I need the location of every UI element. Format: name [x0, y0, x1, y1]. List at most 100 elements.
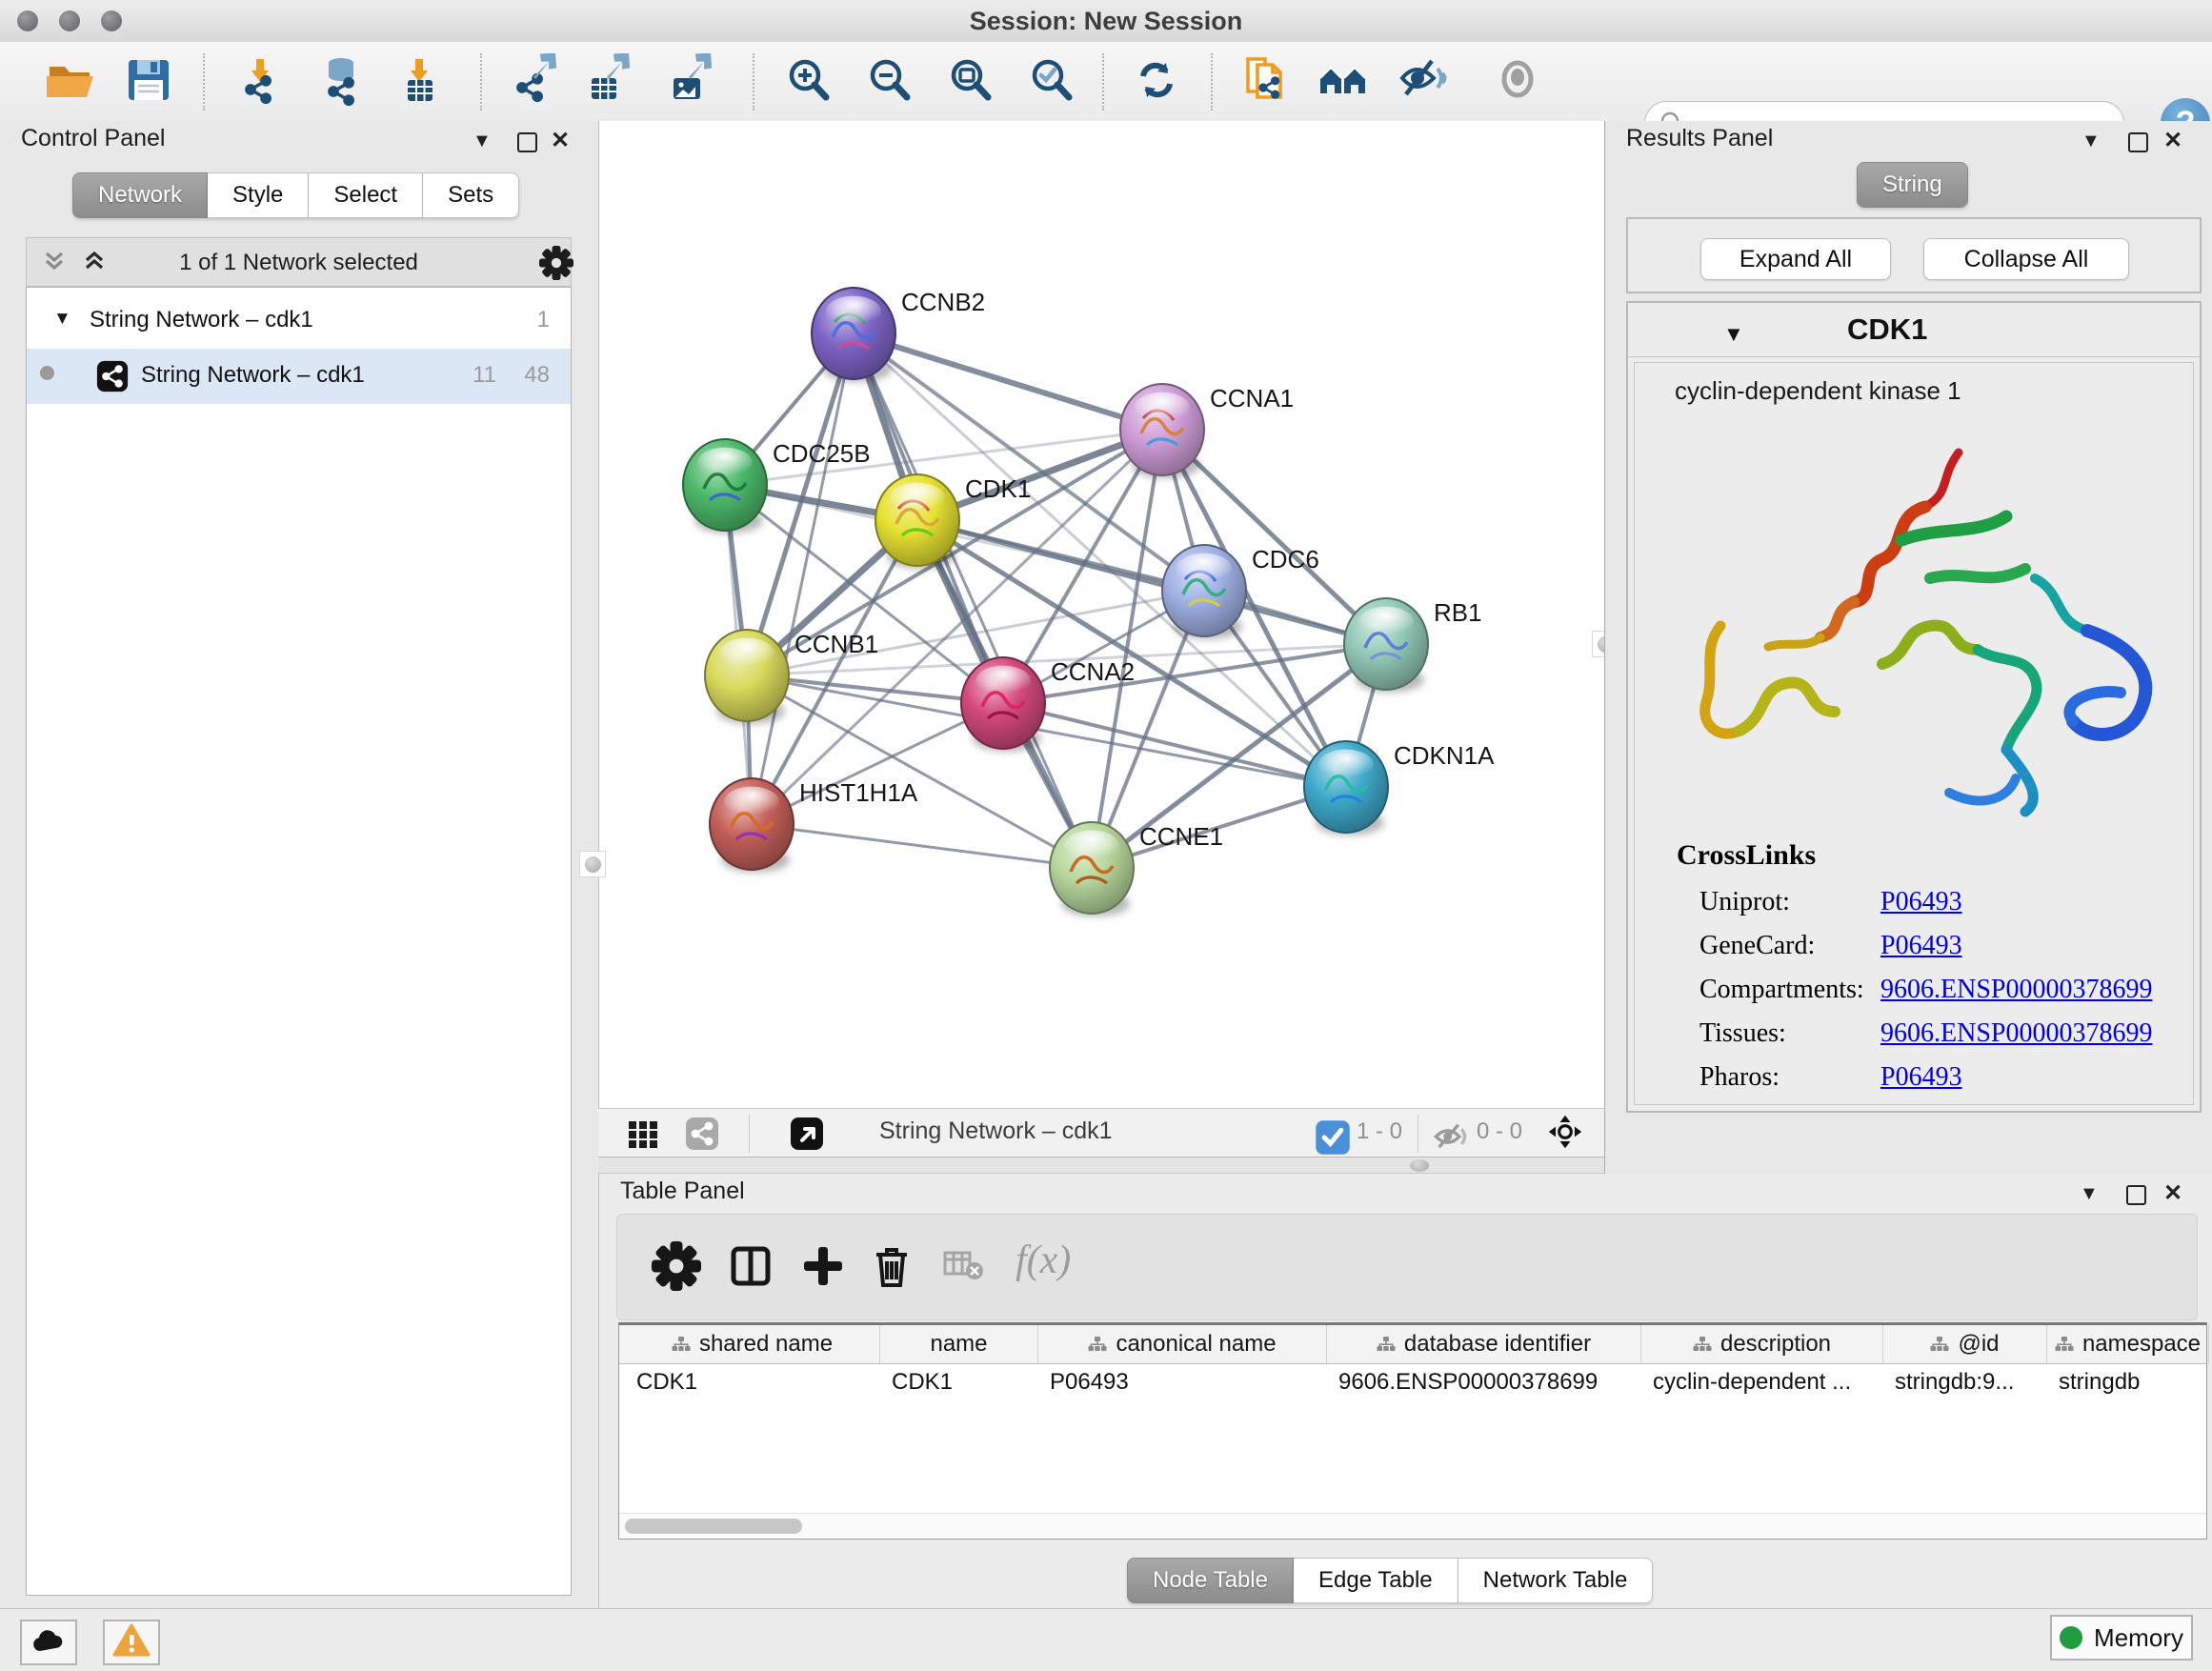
table-cell[interactable]: CDK1 — [625, 1364, 880, 1400]
expand-all-button[interactable]: Expand All — [1700, 238, 1891, 280]
network-node-cdc25b[interactable] — [683, 439, 767, 534]
panel-menu-icon[interactable]: ▼ — [473, 131, 492, 152]
column-header-description[interactable]: description — [1641, 1325, 1883, 1363]
network-node-ccnb1[interactable] — [705, 630, 789, 724]
edge-cdk1-rb1[interactable] — [917, 520, 1386, 644]
tree-row-collection[interactable]: ▼ String Network – cdk1 1 — [27, 293, 571, 349]
zoom-in-button[interactable] — [782, 55, 835, 109]
nested-network-button[interactable] — [1317, 55, 1371, 109]
table-panel-title: Table Panel — [620, 1178, 745, 1205]
open-session-button[interactable] — [44, 55, 97, 109]
gear-icon[interactable] — [539, 246, 573, 285]
collapse-icon[interactable]: ▼ — [53, 309, 71, 330]
network-status-dot-icon — [40, 366, 54, 380]
tab-select[interactable]: Select — [309, 172, 423, 218]
scrollbar-thumb[interactable] — [625, 1519, 802, 1534]
node-description: cyclin-dependent kinase 1 — [1675, 376, 1961, 406]
crosslink-link[interactable]: P06493 — [1880, 887, 1962, 917]
network-node-hist1h1a[interactable] — [710, 778, 794, 873]
add-column-icon[interactable] — [798, 1241, 848, 1291]
tab-sets[interactable]: Sets — [423, 172, 519, 218]
collapse-all-button[interactable]: Collapse All — [1923, 238, 2129, 280]
export-table-button[interactable] — [586, 55, 639, 109]
node-entry-header[interactable]: ▼ CDK1 — [1628, 303, 2200, 357]
open-in-new-window-icon[interactable] — [789, 1116, 825, 1152]
column-header-id[interactable]: @id — [1883, 1325, 2047, 1363]
float-panel-icon[interactable] — [2126, 1185, 2146, 1205]
column-header-sharedname[interactable]: shared name — [625, 1325, 880, 1363]
network-node-ccne1[interactable] — [1050, 822, 1134, 916]
tab-node-table[interactable]: Node Table — [1127, 1558, 1294, 1603]
hidden-eye-slash-icon[interactable] — [1433, 1118, 1465, 1147]
export-image-button[interactable] — [668, 55, 721, 109]
close-panel-icon[interactable]: ✕ — [2163, 127, 2182, 154]
warnings-button[interactable] — [103, 1620, 160, 1665]
table-cell[interactable]: stringdb:9... — [1883, 1364, 2047, 1400]
birdseye-crosshair-icon[interactable] — [1547, 1114, 1587, 1154]
table-cell[interactable]: P06493 — [1038, 1364, 1327, 1400]
zoom-fit-button[interactable] — [944, 55, 997, 109]
network-node-rb1[interactable] — [1344, 598, 1428, 693]
clone-network-button[interactable] — [1238, 55, 1292, 109]
tab-edge-table[interactable]: Edge Table — [1294, 1558, 1458, 1603]
delete-column-trash-icon[interactable] — [867, 1241, 916, 1291]
import-table-button[interactable] — [394, 55, 448, 109]
tab-network[interactable]: Network — [72, 172, 208, 218]
crosslink-link[interactable]: 9606.ENSP00000378699 — [1880, 975, 2152, 1005]
panel-menu-icon[interactable]: ▼ — [2081, 131, 2101, 152]
tree-row-network[interactable]: String Network – cdk1 11 48 — [27, 349, 571, 404]
selected-checkbox-icon[interactable] — [1315, 1119, 1343, 1148]
network-node-ccnb2[interactable] — [812, 288, 895, 382]
node-label-ccna1: CCNA1 — [1210, 384, 1294, 413]
zoom-out-button[interactable] — [863, 55, 916, 109]
show-columns-icon[interactable] — [726, 1241, 775, 1291]
table-cell[interactable]: stringdb — [2047, 1364, 2209, 1400]
export-table-icon — [586, 53, 639, 111]
show-all-button[interactable] — [1491, 55, 1544, 109]
memory-button[interactable]: Memory — [2050, 1615, 2193, 1661]
import-database-button[interactable] — [316, 55, 370, 109]
table-horizontal-scrollbar[interactable] — [619, 1513, 2206, 1539]
table-settings-gear-icon[interactable] — [652, 1241, 701, 1291]
column-header-namespace[interactable]: namespace — [2047, 1325, 2209, 1363]
node-label-hist1h1a: HIST1H1A — [799, 778, 918, 807]
crosslink-link[interactable]: P06493 — [1880, 1062, 1962, 1093]
network-node-cdk1[interactable] — [875, 474, 959, 569]
edge-ccna1-hist1h1a[interactable] — [752, 430, 1162, 824]
close-panel-icon[interactable]: ✕ — [551, 127, 570, 154]
edge-ccnb2-ccna1[interactable] — [854, 333, 1162, 430]
refresh-layout-button[interactable] — [1130, 55, 1183, 109]
save-session-button[interactable] — [122, 55, 175, 109]
network-node-cdc6[interactable] — [1162, 545, 1246, 639]
float-panel-icon[interactable] — [2128, 132, 2148, 152]
network-canvas[interactable]: CCNB2CCNA1CDC25BCDK1CDC6RB1CCNB1CCNA2CDK… — [598, 121, 1604, 1108]
network-node-ccna1[interactable] — [1120, 384, 1204, 478]
import-network-button[interactable] — [235, 55, 289, 109]
export-network-button[interactable] — [513, 55, 566, 109]
zoom-selected-button[interactable] — [1025, 55, 1078, 109]
close-panel-icon[interactable]: ✕ — [2163, 1179, 2182, 1207]
tab-network-table[interactable]: Network Table — [1458, 1558, 1654, 1603]
automation-cloud-button[interactable] — [20, 1620, 77, 1665]
tab-string[interactable]: String — [1857, 162, 1968, 208]
network-node-cdkn1a[interactable] — [1304, 741, 1388, 836]
hide-selected-button[interactable] — [1398, 55, 1451, 109]
panel-menu-icon[interactable]: ▼ — [2080, 1183, 2099, 1205]
table-cell[interactable]: CDK1 — [880, 1364, 1038, 1400]
float-panel-icon[interactable] — [517, 132, 537, 152]
table-cell[interactable]: 9606.ENSP00000378699 — [1327, 1364, 1641, 1400]
crosslink-link[interactable]: P06493 — [1880, 931, 1962, 961]
edge-hist1h1a-ccne1[interactable] — [752, 824, 1092, 868]
column-header-canonicalname[interactable]: canonical name — [1038, 1325, 1327, 1363]
network-share-icon[interactable] — [684, 1116, 720, 1152]
network-node-ccna2[interactable] — [961, 657, 1045, 752]
crosslink-link[interactable]: 9606.ENSP00000378699 — [1880, 1018, 2152, 1049]
edge-ccnb2-hist1h1a[interactable] — [752, 333, 854, 824]
column-header-databaseidentifier[interactable]: database identifier — [1327, 1325, 1641, 1363]
grid-view-icon[interactable] — [625, 1116, 661, 1152]
column-header-name[interactable]: name — [880, 1325, 1038, 1363]
table-cell[interactable]: cyclin-dependent ... — [1641, 1364, 1883, 1400]
tab-style[interactable]: Style — [208, 172, 309, 218]
crosslink-label: Compartments: — [1699, 975, 1864, 1005]
collapse-entry-icon[interactable]: ▼ — [1723, 322, 1744, 347]
